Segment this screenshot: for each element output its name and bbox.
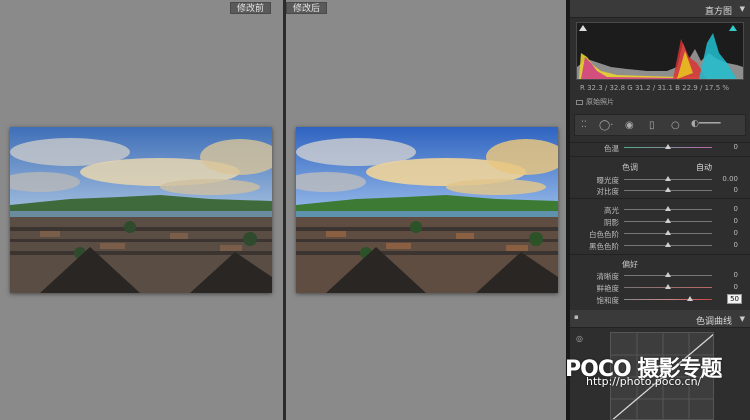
slider-value[interactable]: 0	[734, 241, 738, 249]
poco-watermark-url: http://photo.poco.cn/	[586, 375, 702, 388]
original-photo-toggle[interactable]: 原始照片	[576, 97, 614, 107]
slider-value[interactable]: 0	[734, 271, 738, 279]
pin-icon[interactable]: ▪	[574, 313, 579, 321]
divider-line	[570, 156, 750, 157]
temp-slider-row[interactable]: 色温 0	[570, 143, 750, 153]
tool-strip: ⁚⁚ ◯· ◉ ▯ ○ ◐━━━━	[574, 114, 746, 136]
after-label: 修改后	[286, 2, 328, 14]
slider-knob[interactable]	[665, 272, 671, 277]
original-photo-label: 原始照片	[586, 98, 614, 106]
slider-knob[interactable]	[665, 218, 671, 223]
brush-icon[interactable]: ◐━━━━	[691, 119, 721, 129]
slider-label: 饱和度	[596, 296, 620, 305]
slider-label: 高光	[604, 206, 619, 215]
graduated-filter-icon[interactable]: ▯	[649, 120, 655, 131]
lightroom-window: 修改前 修改后 直方图 ▼ R 32.3 / 32.8 G 31.2 / 31.…	[0, 0, 750, 420]
tone-curve-header[interactable]: ▪ 色调曲线 ▼	[570, 310, 750, 328]
slider-knob[interactable]	[687, 296, 693, 301]
red-eye-icon[interactable]: ◉	[625, 120, 634, 131]
slider-label: 鲜艳度	[596, 284, 620, 293]
histogram-header[interactable]: 直方图 ▼	[570, 0, 750, 18]
temp-label: 色温	[604, 144, 619, 153]
slider-row[interactable]: 饱和度 50	[570, 294, 750, 305]
shadow-clip-icon	[579, 25, 587, 31]
slider-value[interactable]: 0.00	[722, 175, 738, 183]
tone-curve-title: 色调曲线	[695, 317, 732, 327]
slider-value[interactable]: 0	[734, 186, 738, 194]
before-view-pane: 修改前	[0, 0, 283, 420]
slider-value[interactable]: 0	[734, 217, 738, 225]
checkbox-icon[interactable]	[576, 99, 583, 105]
slider-label: 黑色色阶	[589, 242, 619, 251]
slider-row[interactable]: 鲜艳度 0	[570, 283, 750, 293]
before-label: 修改前	[229, 2, 271, 14]
slider-knob[interactable]	[665, 230, 671, 235]
highlight-clip-icon	[729, 25, 737, 31]
crop-icon[interactable]: ⁚⁚	[581, 120, 587, 130]
temp-knob[interactable]	[665, 144, 671, 149]
spot-removal-icon[interactable]: ◯·	[599, 120, 613, 131]
slider-knob[interactable]	[665, 242, 671, 247]
slider-value[interactable]: 0	[734, 229, 738, 237]
auto-button[interactable]: 自动	[696, 162, 712, 173]
slider-row[interactable]: 阴影 0	[570, 217, 750, 227]
slider-row[interactable]: 对比度 0	[570, 186, 750, 196]
after-view-pane: 修改后	[286, 0, 566, 420]
slider-row[interactable]: 白色色阶 0	[570, 229, 750, 239]
collapse-triangle-icon[interactable]: ▼	[740, 5, 745, 13]
histogram-title: 直方图	[704, 7, 732, 17]
histogram-graph	[576, 22, 744, 80]
slider-label: 曝光度	[596, 176, 620, 185]
slider-label: 白色色阶	[589, 230, 619, 239]
slider-label: 清晰度	[596, 272, 620, 281]
rgb-readout: R 32.3 / 32.8 G 31.2 / 31.1 B 22.9 / 17.…	[580, 84, 730, 92]
slider-label: 阴影	[604, 218, 619, 227]
slider-row[interactable]: 黑色色阶 0	[570, 241, 750, 251]
slider-label: 对比度	[596, 187, 620, 196]
radial-filter-icon[interactable]: ○	[671, 120, 680, 131]
divider-line	[570, 254, 750, 255]
slider-value[interactable]: 0	[734, 283, 738, 291]
slider-row[interactable]: 高光 0	[570, 205, 750, 215]
before-photo	[10, 127, 272, 293]
after-photo	[296, 127, 558, 293]
slider-value[interactable]: 0	[734, 205, 738, 213]
target-adjust-icon[interactable]: ◎	[576, 334, 583, 343]
slider-knob[interactable]	[665, 187, 671, 192]
slider-row[interactable]: 清晰度 0	[570, 271, 750, 281]
slider-value[interactable]: 50	[727, 294, 742, 304]
slider-knob[interactable]	[665, 176, 671, 181]
slider-track[interactable]	[624, 299, 712, 300]
slider-knob[interactable]	[665, 284, 671, 289]
divider-line	[570, 198, 750, 199]
slider-row[interactable]: 曝光度 0.00	[570, 175, 750, 185]
presence-group-label: 偏好	[622, 260, 638, 269]
collapse-triangle-icon[interactable]: ▼	[740, 315, 745, 323]
slider-knob[interactable]	[665, 206, 671, 211]
temp-value[interactable]: 0	[734, 143, 738, 151]
tone-group-label: 色调	[622, 163, 638, 172]
